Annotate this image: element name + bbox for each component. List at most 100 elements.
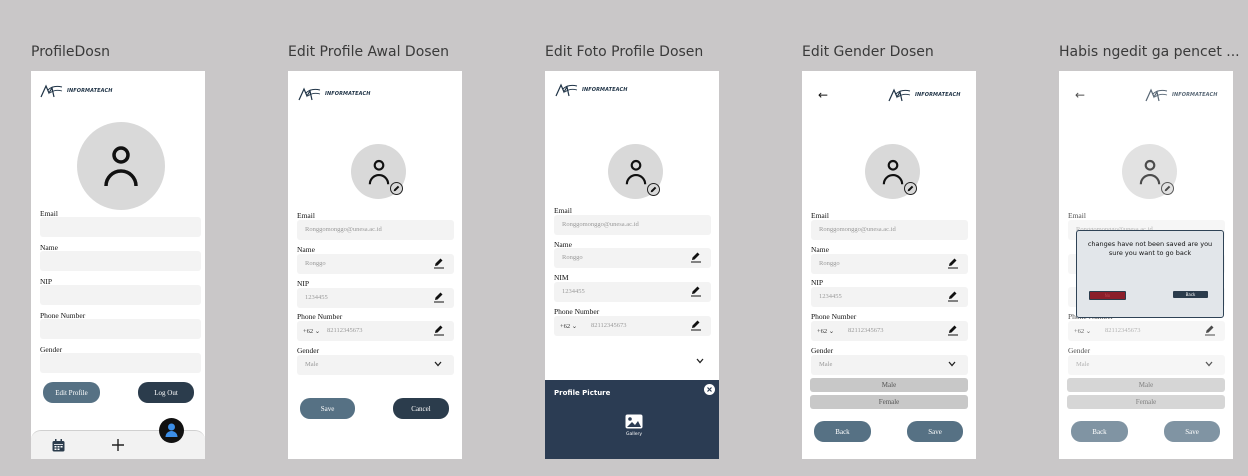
phone-label: Phone Number [811,312,857,321]
dialog-back-button[interactable]: Back [1173,291,1208,298]
pencil-icon[interactable] [948,325,958,336]
name-field[interactable]: Ronggo [811,254,968,274]
chevron-down-icon [696,358,704,364]
pencil-icon[interactable] [434,258,444,269]
dialog-no-button[interactable]: No [1089,291,1126,300]
nim-field[interactable]: 1234455 [554,282,711,302]
user-icon [368,159,389,184]
gender-select[interactable]: Male [297,355,454,375]
chevron-down-icon [948,361,956,367]
gender-option-female[interactable]: Female [810,395,968,409]
gender-label: Gender [297,346,320,355]
pencil-icon[interactable] [691,252,701,263]
gallery-label: Gallery [625,432,643,437]
logo-icon [888,88,911,102]
edit-photo-button[interactable] [390,182,403,195]
nip-field [40,285,201,305]
email-value: Ronggomonggo@unesa.ac.id [562,221,639,228]
phone-field[interactable]: +62 ⌄ 82112345673 [297,321,454,341]
nip-field[interactable]: 1234455 [297,288,454,308]
phone-field[interactable]: +62 ⌄ 82112345673 [811,321,968,341]
back-arrow-icon[interactable]: ← [818,88,828,102]
pencil-icon[interactable] [691,320,701,331]
logo-text: INFORMATEACH [67,88,113,94]
phone-value: 82112345673 [327,327,363,334]
logout-button[interactable]: Log Out [138,382,194,403]
back-button[interactable]: Back [814,421,871,442]
logo-icon [555,83,578,97]
frame-title: Edit Gender Dosen [802,44,934,60]
avatar[interactable] [77,122,165,210]
gender-option-male[interactable]: Male [810,378,968,392]
pencil-icon[interactable] [691,286,701,297]
name-value: Ronggo [562,254,583,261]
save-button[interactable]: Save [300,398,355,419]
close-button[interactable] [704,384,715,395]
gender-value: Male [819,361,833,368]
email-value: Ronggomonggo@unesa.ac.id [305,226,382,233]
plus-icon[interactable] [111,438,125,452]
edit-profile-button[interactable]: Edit Profile [43,382,100,403]
name-field[interactable]: Ronggo [554,248,711,268]
country-code-select[interactable]: +62 ⌄ [817,327,834,335]
nip-value: 1234455 [819,293,842,300]
user-icon [625,159,646,184]
app-logo: INFORMATEACH [40,84,113,98]
profile-nav-button[interactable] [159,418,184,443]
profile-picture-sheet: Profile Picture Gallery [545,380,719,459]
save-button[interactable]: Save [907,421,963,442]
email-label: Email [811,211,829,220]
edit-photo-button[interactable] [904,182,917,195]
cancel-button[interactable]: Cancel [393,398,449,419]
nip-value: 1234455 [305,294,328,301]
phone-label: Phone Number [297,312,343,321]
screen-unsaved-changes: ← INFORMATEACH Email Ronggomonggo@unesa.… [1059,71,1233,459]
phone-field[interactable]: +62 ⌄ 82112345673 [554,316,711,336]
chevron-down-icon [434,361,442,367]
pencil-icon[interactable] [948,291,958,302]
pencil-icon [393,185,400,192]
name-value: Ronggo [819,260,840,267]
nim-label: NIM [554,273,569,282]
frame-title: Edit Foto Profile Dosen [545,44,704,60]
pencil-icon [650,186,657,193]
phone-value: 82112345673 [848,327,884,334]
app-logo: INFORMATEACH [888,88,961,102]
calendar-icon[interactable] [52,439,65,452]
user-icon [165,423,178,437]
logo-text: INFORMATEACH [582,87,628,93]
app-logo: INFORMATEACH [298,87,371,101]
pencil-icon [907,185,914,192]
edit-photo-button[interactable] [647,183,660,196]
email-value: Ronggomonggo@unesa.ac.id [819,226,896,233]
email-field[interactable]: Ronggomonggo@unesa.ac.id [554,215,711,235]
frame-title: Habis ngedit ga pencet ... [1059,44,1240,60]
frame-title: ProfileDosn [31,44,111,60]
country-code-select[interactable]: +62 ⌄ [560,322,577,330]
dialog-message: changes have not been saved are you sure… [1087,240,1213,257]
phone-field [40,319,201,339]
email-field[interactable]: Ronggomonggo@unesa.ac.id [297,220,454,240]
screen-edit-profile: INFORMATEACH Email Ronggomonggo@unesa.ac… [288,71,462,459]
pencil-icon[interactable] [434,292,444,303]
name-field [40,251,201,271]
logo-text: INFORMATEACH [325,91,371,97]
pencil-icon[interactable] [948,258,958,269]
phone-value: 82112345673 [591,322,627,329]
gender-field [40,353,201,373]
gender-select[interactable]: Male [811,355,968,375]
country-code-select[interactable]: +62 ⌄ [303,327,320,335]
nip-field[interactable]: 1234455 [811,287,968,307]
gallery-button[interactable]: Gallery [620,414,648,444]
unsaved-changes-dialog: changes have not been saved are you sure… [1076,230,1224,318]
email-field [40,217,201,237]
user-icon [104,146,138,187]
nip-label: NIP [297,279,310,288]
pencil-icon[interactable] [434,325,444,336]
email-label: Email [297,211,315,220]
name-field[interactable]: Ronggo [297,254,454,274]
email-field[interactable]: Ronggomonggo@unesa.ac.id [811,220,968,240]
user-icon [882,159,903,184]
logo-icon [298,87,321,101]
nip-label: NIP [811,278,824,287]
